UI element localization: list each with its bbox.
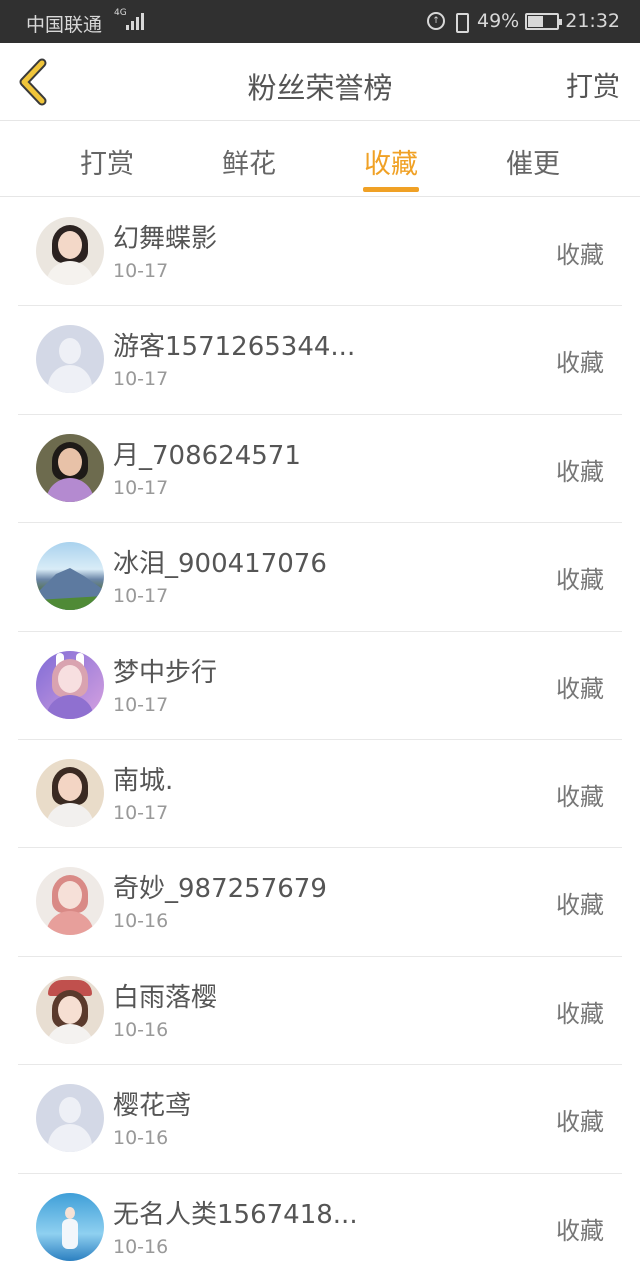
tab-urge-update[interactable]: 催更 <box>478 142 588 181</box>
tab-bar: 打赏 鲜花 收藏 催更 <box>0 122 640 197</box>
battery-percent: 49% <box>477 10 520 32</box>
support-type: 收藏 <box>556 999 604 1028</box>
fan-name: 幻舞蝶影 <box>113 224 218 254</box>
active-tab-indicator <box>363 187 419 192</box>
battery-level-fill <box>528 15 543 27</box>
support-type: 收藏 <box>556 891 604 920</box>
network-type-label: 4G <box>114 8 127 18</box>
avatar <box>36 325 104 394</box>
fan-name: 冰泪_900417076 <box>113 549 327 580</box>
avatar <box>36 217 104 285</box>
avatar <box>36 1192 104 1261</box>
page-title: 粉丝荣誉榜 <box>247 71 393 105</box>
fan-date: 10-17 <box>113 368 169 391</box>
avatar <box>36 758 104 827</box>
data-saver-icon: ↑ <box>427 12 445 30</box>
list-item[interactable]: 游客1571265344... 10-17 收藏 <box>18 306 622 415</box>
fan-list: 幻舞蝶影 10-17 收藏 游客1571265344... 10-17 收藏 月… <box>0 198 640 1280</box>
support-type: 收藏 <box>556 1216 604 1245</box>
support-type: 收藏 <box>556 1108 604 1137</box>
list-item[interactable]: 冰泪_900417076 10-17 收藏 <box>18 523 622 632</box>
list-item[interactable]: 白雨落樱 10-16 收藏 <box>18 957 622 1066</box>
fan-name: 奇妙_987257679 <box>113 874 327 905</box>
avatar <box>36 1084 104 1153</box>
fan-name: 樱花鸢 <box>113 1091 192 1122</box>
support-type: 收藏 <box>556 241 604 269</box>
status-right: ↑ 49% 21:32 <box>427 10 620 33</box>
fan-name: 无名人类1567418... <box>113 1199 358 1230</box>
fan-name: 白雨落樱 <box>113 982 218 1013</box>
support-type: 收藏 <box>556 457 604 486</box>
tab-label: 催更 <box>506 149 560 180</box>
list-item[interactable]: 幻舞蝶影 10-17 收藏 <box>18 198 622 307</box>
vibrate-icon <box>451 12 471 33</box>
support-type: 收藏 <box>556 674 604 703</box>
fan-date: 10-17 <box>113 801 169 824</box>
app-header: 粉丝荣誉榜 打赏 <box>0 43 640 121</box>
fan-date: 10-17 <box>113 693 169 716</box>
avatar <box>36 433 104 502</box>
fan-name: 南城. <box>113 765 174 796</box>
list-item[interactable]: 南城. 10-17 收藏 <box>18 740 622 849</box>
support-type: 收藏 <box>556 349 604 378</box>
list-item[interactable]: 奇妙_987257679 10-16 收藏 <box>18 848 622 957</box>
fan-date: 10-16 <box>113 1235 169 1258</box>
reward-button[interactable]: 打赏 <box>566 65 620 104</box>
carrier-label: 中国联通 <box>26 14 103 36</box>
fan-date: 10-17 <box>113 476 169 499</box>
fan-name: 游客1571265344... <box>113 332 356 363</box>
fan-date: 10-16 <box>113 1018 169 1041</box>
tab-label: 鲜花 <box>222 149 276 180</box>
tab-reward[interactable]: 打赏 <box>52 142 162 181</box>
support-type: 收藏 <box>556 566 604 595</box>
avatar <box>36 867 104 936</box>
fan-date: 10-17 <box>113 260 169 282</box>
clock: 21:32 <box>565 10 620 32</box>
fan-date: 10-16 <box>113 1127 169 1150</box>
signal-icon <box>126 12 146 30</box>
support-type: 收藏 <box>556 782 604 811</box>
avatar <box>36 650 104 719</box>
battery-icon <box>525 12 563 30</box>
list-item[interactable]: 无名人类1567418... 10-16 收藏 <box>18 1174 622 1280</box>
avatar <box>36 975 104 1044</box>
status-bar: 中国联通 4G ↑ 49% 21:32 <box>0 0 640 43</box>
tab-favorites[interactable]: 收藏 <box>336 142 446 192</box>
fan-date: 10-17 <box>113 585 169 608</box>
list-item[interactable]: 樱花鸢 10-16 收藏 <box>18 1065 622 1174</box>
list-item[interactable]: 月_708624571 10-17 收藏 <box>18 415 622 524</box>
list-item[interactable]: 梦中步行 10-17 收藏 <box>18 632 622 740</box>
avatar <box>36 542 104 611</box>
fan-name: 月_708624571 <box>113 440 301 471</box>
mountain-icon <box>36 568 104 611</box>
fan-date: 10-16 <box>113 910 169 933</box>
tab-label: 打赏 <box>80 149 134 180</box>
tab-flowers[interactable]: 鲜花 <box>194 142 304 181</box>
tab-label: 收藏 <box>364 149 418 180</box>
fan-name: 梦中步行 <box>113 657 218 688</box>
